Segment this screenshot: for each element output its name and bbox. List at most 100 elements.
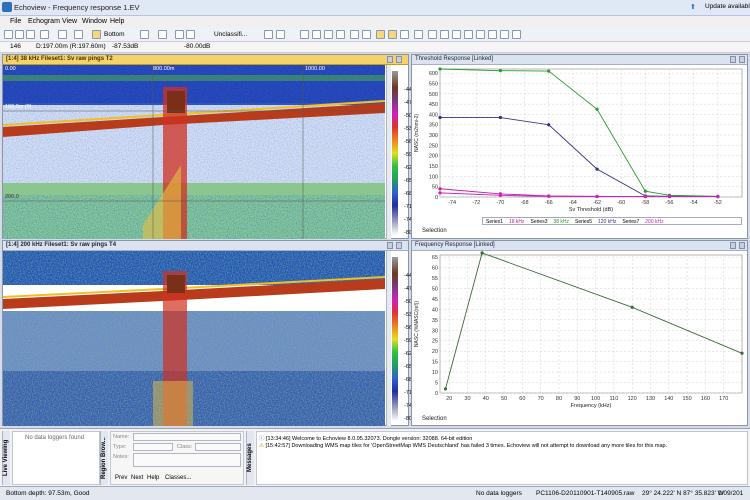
link-icon[interactable] (388, 30, 397, 39)
prev-button[interactable]: Prev (115, 475, 127, 481)
data-point (643, 189, 647, 193)
pane-restore-icon[interactable] (730, 242, 736, 249)
pane-close-icon[interactable] (739, 242, 745, 249)
name-field[interactable] (133, 433, 241, 441)
toolbar: Bottom Unclassifi... (0, 28, 750, 42)
tab-live-viewing[interactable]: Live Viewing (2, 431, 10, 485)
echogram-38khz-image[interactable] (3, 65, 385, 239)
palette-icon[interactable] (350, 30, 359, 39)
zoom-in-icon[interactable] (428, 30, 437, 39)
data-point (443, 387, 448, 391)
vertical-scrollbar[interactable] (386, 65, 391, 239)
scale-label: -44 (404, 273, 412, 279)
polygon-tool-icon[interactable] (175, 30, 184, 39)
help-button[interactable]: Help (147, 475, 159, 481)
legend-item: Series3 (530, 219, 548, 225)
type-label: Type: (113, 444, 127, 450)
bottom-depth-status: Bottom depth: 97.53m, Good (6, 490, 90, 497)
zoom-out-icon[interactable] (440, 30, 449, 39)
pane-close-icon[interactable] (396, 56, 402, 63)
menu-help[interactable]: Help (110, 18, 124, 25)
file-status: PC1106-D20110901-T140905.raw (536, 490, 635, 497)
menu-echogram[interactable]: Echogram (28, 18, 60, 25)
app-icon (2, 2, 12, 12)
marker-icon[interactable] (336, 30, 345, 39)
properties-icon[interactable] (264, 30, 273, 39)
echogram-38khz-canvas[interactable]: 0.00 800.00m 1000.00 100.0m (0) 200.0 (3, 65, 385, 239)
menu-bar: File Echogram View Window Help (0, 16, 750, 28)
pane-restore-icon[interactable] (387, 56, 393, 63)
echogram-200khz-image[interactable] (3, 251, 385, 426)
region-tool-icon[interactable] (140, 30, 149, 39)
class-field[interactable] (195, 443, 241, 451)
class-dropdown[interactable]: Unclassifi... (214, 31, 247, 38)
x-tick-label: 80 (556, 396, 562, 402)
select-tool-icon[interactable] (92, 30, 101, 39)
x-tick-label: 30 (464, 396, 470, 402)
update-available-link[interactable]: Update available (705, 3, 750, 10)
selection-label[interactable]: Selection (422, 416, 447, 422)
cut-icon[interactable] (74, 30, 83, 39)
chart-icon[interactable] (276, 30, 285, 39)
x-tick-label: 60 (519, 396, 525, 402)
echogram-depth-tick: 100.0m (0) (5, 104, 32, 110)
menu-window[interactable]: Window (82, 18, 107, 25)
save-icon[interactable] (26, 30, 35, 39)
grid-icon[interactable] (312, 30, 321, 39)
pane-restore-icon[interactable] (730, 56, 736, 63)
x-tick-label: 160 (701, 396, 710, 402)
zoom-area-icon[interactable] (476, 30, 485, 39)
menu-file[interactable]: File (10, 18, 21, 25)
rectangle-tool-icon[interactable] (186, 30, 195, 39)
tab-region-browser[interactable]: Region Brow... (100, 431, 108, 485)
scale-label: -80 (404, 416, 412, 422)
zoom-full-icon[interactable] (488, 30, 497, 39)
open-folder-icon[interactable] (15, 30, 24, 39)
x-tick-label: 110 (609, 396, 618, 402)
y-tick-label: 200 (429, 154, 438, 160)
sync-icon[interactable] (400, 30, 409, 39)
update-icon[interactable]: ⬆ (690, 3, 696, 11)
line-tool-icon[interactable] (158, 30, 167, 39)
ruler-icon[interactable] (324, 30, 333, 39)
pane-close-icon[interactable] (739, 56, 745, 63)
next-button[interactable]: Next (131, 475, 143, 481)
data-point (480, 251, 484, 255)
table-icon[interactable] (300, 30, 309, 39)
y-tick-label: 10 (432, 370, 438, 376)
info-icon[interactable] (414, 30, 423, 39)
x-axis-label: Sv Threshold (dB) (569, 207, 613, 213)
classes-button[interactable]: Classes... (165, 475, 191, 481)
x-tick-label: 70 (538, 396, 544, 402)
threshold-response-chart[interactable]: -74 -72 -70 -68 -66 -64 -62 -60 -58 -56 -54 -52 0 50 1… (412, 65, 747, 225)
pane-restore-icon[interactable] (387, 242, 393, 249)
tab-messages[interactable]: Messages (246, 431, 254, 485)
brush-icon[interactable] (362, 30, 371, 39)
pan-icon[interactable] (376, 30, 385, 39)
echogram-200khz-canvas[interactable] (3, 251, 385, 426)
vertical-scrollbar[interactable] (386, 251, 391, 426)
selection-label[interactable]: Selection (422, 228, 447, 234)
color-scale: -44 -47 -50 -53 -56 -59 -62 -65 -68 -71 … (392, 251, 412, 426)
zoom-reset-icon[interactable] (464, 30, 473, 39)
new-file-icon[interactable] (4, 30, 13, 39)
bottom-tool-label[interactable]: Bottom (104, 31, 125, 38)
y-axis-label: NASC (%NASC(ref)) (414, 301, 420, 347)
zoom-height-icon[interactable] (512, 30, 521, 39)
notes-field[interactable] (133, 453, 241, 467)
menu-view[interactable]: View (62, 18, 77, 25)
scale-label: -80 (404, 230, 412, 236)
data-point (498, 69, 502, 73)
redo-icon[interactable] (58, 30, 67, 39)
legend-item: Series1 (486, 219, 503, 225)
x-tick-label: 150 (682, 396, 691, 402)
undo-icon[interactable] (40, 30, 49, 39)
pane-close-icon[interactable] (396, 242, 402, 249)
y-tick-label: 0 (435, 195, 438, 201)
scale-label: -62 (404, 165, 412, 171)
zoom-width-icon[interactable] (500, 30, 509, 39)
zoom-fit-icon[interactable] (452, 30, 461, 39)
frequency-response-chart[interactable]: 20 30 40 50 60 70 80 90 100 110 120 130 140 150 160 170… (412, 251, 747, 416)
type-field[interactable] (133, 443, 173, 451)
x-tick-label: 100 (591, 396, 600, 402)
